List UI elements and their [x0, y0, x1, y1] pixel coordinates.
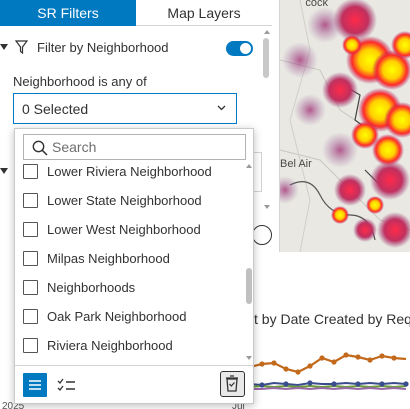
panel-scrollbar-thumb[interactable]	[263, 38, 269, 78]
dropdown-footer	[15, 365, 253, 403]
list-scroll-down-arrow[interactable]	[246, 356, 252, 360]
trash-icon	[226, 375, 238, 392]
filter-enabled-toggle[interactable]	[226, 41, 253, 56]
select-value: 0 Selected	[22, 100, 89, 117]
list-item-label: Milpas Neighborhood	[47, 251, 170, 266]
checkbox[interactable]	[23, 338, 38, 353]
list-scrollbar-thumb[interactable]	[246, 268, 252, 304]
list-view-button[interactable]	[23, 373, 47, 397]
list-item-label: Riviera Neighborhood	[47, 338, 173, 353]
condition-label: Neighborhood is any of	[13, 74, 147, 89]
list-item-label: Lower State Neighborhood	[47, 193, 202, 208]
list-item-label: Lower West Neighborhood	[47, 222, 201, 237]
list-item[interactable]: Neighborhoods	[15, 273, 245, 302]
dropdown-search	[23, 134, 246, 160]
checkbox[interactable]	[23, 280, 38, 295]
collapse-caret-icon[interactable]	[0, 168, 8, 174]
checkbox[interactable]	[23, 164, 38, 179]
panel-scroll-down-arrow[interactable]	[264, 205, 270, 209]
list-scroll-up-arrow[interactable]	[246, 164, 252, 168]
map-view[interactable]: cock Bel Air	[280, 0, 410, 252]
list-item[interactable]: Oak Park Neighborhood	[15, 302, 245, 331]
checkbox[interactable]	[23, 193, 38, 208]
search-input[interactable]	[52, 137, 242, 157]
clear-selection-button[interactable]	[220, 371, 245, 397]
list-icon	[29, 380, 41, 390]
filter-title: Filter by Neighborhood	[37, 40, 169, 55]
chevron-down-icon	[217, 105, 226, 111]
filter-funnel-icon	[15, 40, 28, 54]
checkbox[interactable]	[23, 222, 38, 237]
neighborhood-select[interactable]: 0 Selected	[13, 93, 237, 124]
list-item[interactable]: Milpas Neighborhood	[15, 244, 245, 273]
list-item[interactable]: Lower State Neighborhood	[15, 186, 245, 215]
checklist-view-button[interactable]	[55, 373, 79, 397]
list-item-label: Lower Riviera Neighborhood	[47, 164, 212, 179]
panel-tabs: SR Filters Map Layers	[0, 0, 272, 26]
search-icon	[32, 140, 48, 156]
tab-map-layers[interactable]: Map Layers	[136, 0, 272, 26]
tab-sr-filters[interactable]: SR Filters	[0, 0, 136, 26]
panel-scroll-up-arrow[interactable]	[264, 30, 270, 34]
chart-title: t by Date Created by Req	[254, 311, 410, 327]
checkbox[interactable]	[23, 309, 38, 324]
map-place-label-bel-air: Bel Air	[280, 158, 312, 170]
map-place-label: cock	[305, 0, 328, 9]
list-item[interactable]: Riviera Neighborhood	[15, 331, 245, 360]
checklist-icon	[57, 378, 75, 391]
checkbox[interactable]	[23, 251, 38, 266]
list-item[interactable]: Lower West Neighborhood	[15, 215, 245, 244]
radio-button[interactable]	[252, 225, 272, 245]
chart-lines	[250, 352, 409, 391]
neighborhood-dropdown: Lower Riviera Neighborhood Lower State N…	[14, 128, 254, 404]
list-item-label: Neighborhoods	[47, 280, 136, 295]
collapse-caret-icon[interactable]	[0, 44, 8, 50]
list-item[interactable]: Lower Riviera Neighborhood	[15, 158, 245, 186]
neighborhood-list: Lower Riviera Neighborhood Lower State N…	[15, 158, 245, 365]
list-item-label: Oak Park Neighborhood	[47, 309, 187, 324]
